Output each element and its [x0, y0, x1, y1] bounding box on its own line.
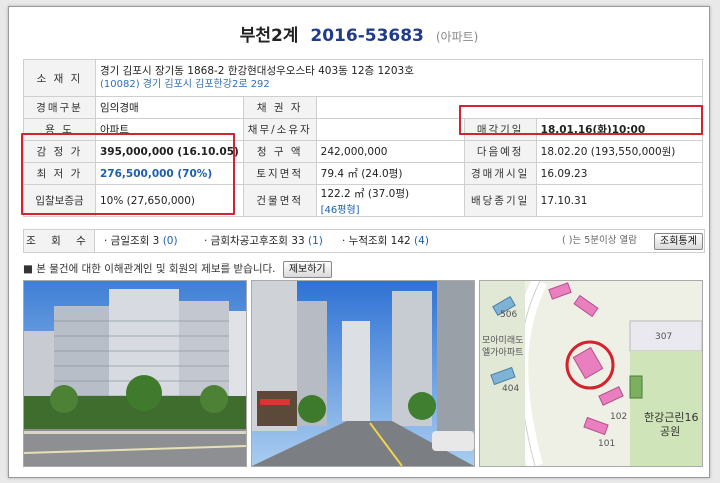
- map-label-park: 한강근린16: [644, 411, 698, 424]
- building-size-class: [46평형]: [320, 204, 360, 216]
- page-title: 부천2계 2016-53683 (아파트): [9, 21, 709, 46]
- today-views: · 금일조회 3 (0): [104, 235, 178, 247]
- auction-panel: 부천2계 2016-53683 (아파트) 소 재 지 경기 김포시 장기동 1…: [8, 6, 710, 478]
- property-kind: (아파트): [435, 30, 479, 44]
- auction-start-value: 16.09.23: [535, 162, 704, 185]
- address-road: (10082) 경기 김포시 김포한강2로 292: [100, 79, 270, 90]
- map-label-404: 404: [502, 384, 519, 394]
- view-count-label: 조 회 수: [24, 230, 95, 252]
- map-label-506: 506: [500, 310, 517, 320]
- address-lot: 경기 김포시 장기동 1868-2 한강현대성우오스타 403동 12층 120…: [100, 65, 414, 77]
- land-area-label: 토지면적: [242, 162, 317, 185]
- map-label-102: 102: [610, 412, 627, 422]
- building-area-label: 건물면적: [242, 184, 317, 217]
- building-area-cell: 122.2 ㎡ (37.0평) [46평형]: [315, 184, 465, 217]
- highlight-prices: [21, 133, 235, 215]
- auction-type-label: 경매구분: [23, 96, 96, 119]
- case-number: 2016-53683: [310, 26, 424, 46]
- map-label-park2: 공원: [660, 425, 680, 438]
- map-label-307: 307: [655, 332, 672, 342]
- next-date-value: 18.02.20 (193,550,000원): [535, 140, 704, 163]
- location-map[interactable]: 모아미래도 엘가아파트 307 102 101 404 506 한강근린16 공…: [479, 280, 703, 467]
- photo-street-view[interactable]: [251, 280, 475, 467]
- view-stats-button[interactable]: 조회통계: [654, 233, 703, 250]
- auction-start-label: 경매개시일: [463, 162, 537, 185]
- court-name: 부천2계: [239, 26, 299, 46]
- report-notice-text: ■ 본 물건에 대한 이해관계인 및 회원의 제보를 받습니다.: [23, 263, 276, 275]
- claim-label: 청 구 액: [242, 140, 317, 163]
- dividend-deadline-value: 17.10.31: [535, 184, 704, 217]
- creditor-label: 채 권 자: [242, 96, 317, 119]
- highlight-sale-date: [459, 105, 703, 135]
- next-date-label: 다음예정: [463, 140, 537, 163]
- view-count-bar: 조 회 수 · 금일조회 3 (0) · 금회차공고후조회 33 (1) · 누…: [23, 229, 705, 253]
- debtor-label: 채무/소유자: [242, 118, 317, 141]
- map-label-complex2: 엘가아파트: [482, 347, 523, 358]
- recent-views: · 금회차공고후조회 33 (1): [204, 235, 323, 247]
- report-notice: ■ 본 물건에 대한 이해관계인 및 회원의 제보를 받습니다. 제보하기: [23, 261, 332, 278]
- photo-building-front[interactable]: [23, 280, 247, 467]
- auction-type-value: 임의경매: [95, 96, 244, 119]
- view-count-note: ( )는 5분이상 열람: [562, 235, 637, 246]
- report-button[interactable]: 제보하기: [282, 261, 332, 278]
- land-area-value: 79.4 ㎡ (24.0평): [315, 162, 465, 185]
- address-cell: 경기 김포시 장기동 1868-2 한강현대성우오스타 403동 12층 120…: [95, 59, 703, 97]
- map-label-complex: 모아미래도: [482, 335, 523, 346]
- location-label: 소 재 지: [23, 59, 96, 97]
- total-views: · 누적조회 142 (4): [342, 235, 429, 247]
- dividend-deadline-label: 배당종기일: [463, 184, 537, 217]
- map-label-101: 101: [598, 439, 615, 449]
- claim-value: 242,000,000: [315, 140, 465, 163]
- debtor-value: [315, 118, 465, 141]
- building-area-value: 122.2 ㎡ (37.0평): [320, 187, 410, 200]
